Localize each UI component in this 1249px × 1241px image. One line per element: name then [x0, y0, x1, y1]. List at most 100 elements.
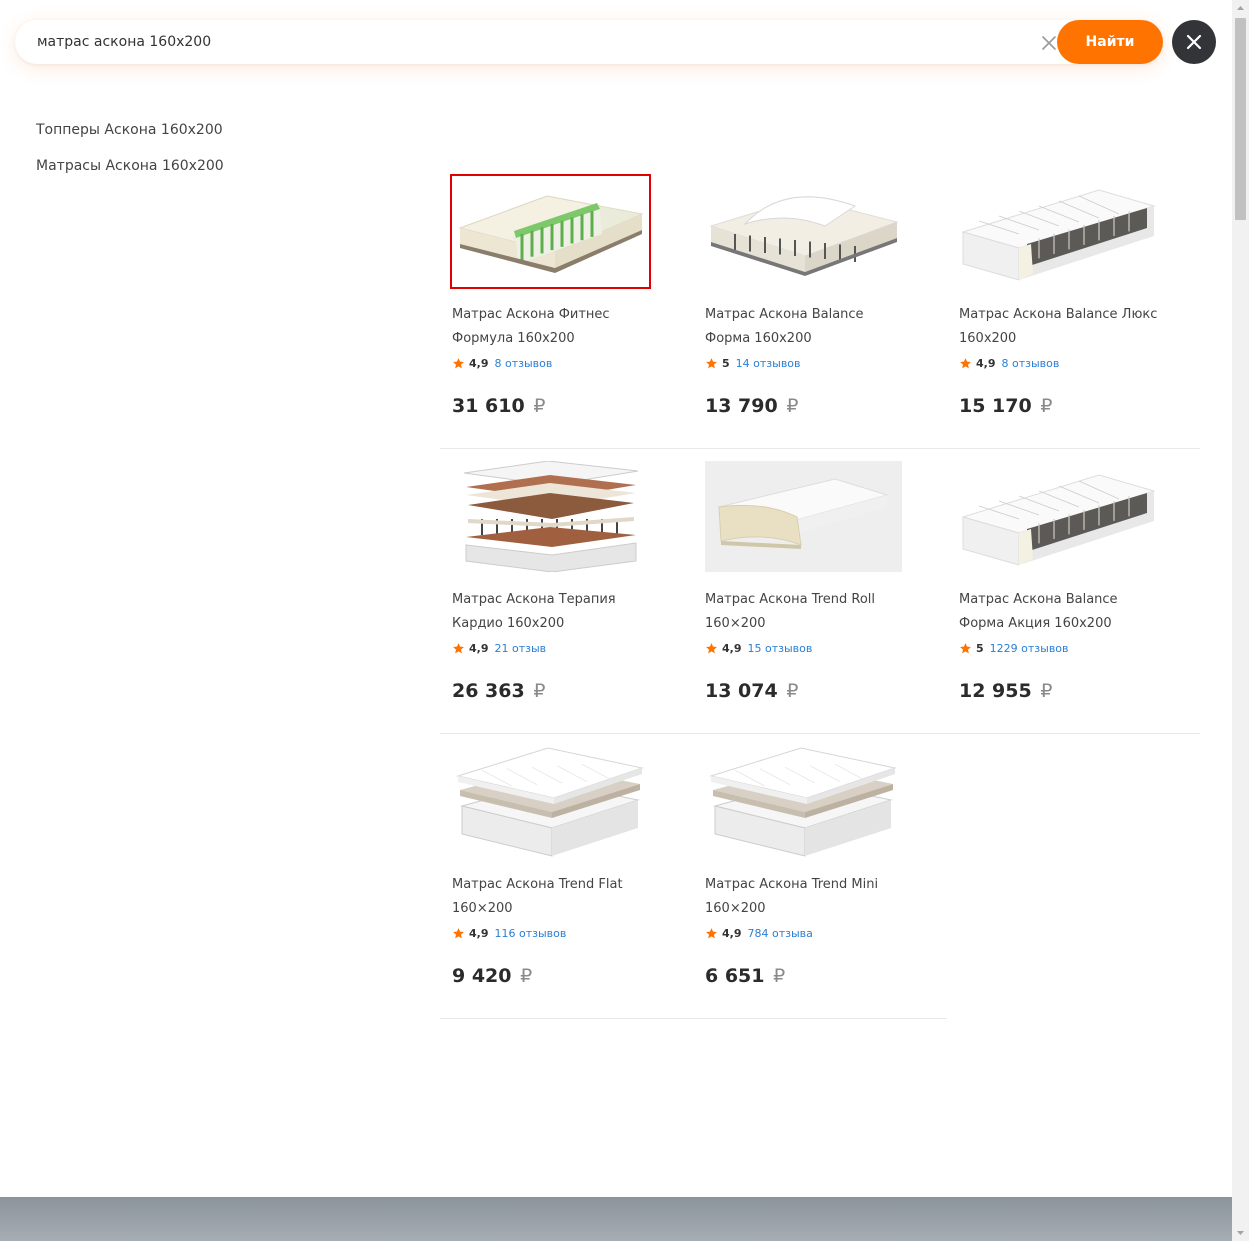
- product-price: 13 790 ₽: [705, 395, 905, 417]
- scroll-up-arrow-icon[interactable]: [1232, 0, 1249, 14]
- mattress-foam-cut-icon: [705, 461, 902, 572]
- footer: [0, 1197, 1232, 1241]
- currency-symbol: ₽: [786, 680, 799, 702]
- rating-value: 4,9: [722, 641, 742, 655]
- mattress-springs-icon: [959, 461, 1156, 572]
- suggestion-list: Топперы Аскона 160х200 Матрасы Аскона 16…: [36, 120, 224, 192]
- suggestion-item[interactable]: Топперы Аскона 160х200: [36, 120, 224, 156]
- reviews-link[interactable]: 116 отзывов: [495, 927, 567, 940]
- product-name[interactable]: Матрас Аскона Balance Форма Акция 160х20…: [959, 588, 1164, 636]
- reviews-link[interactable]: 784 отзыва: [748, 927, 813, 940]
- mattress-exploded-layers-icon: [452, 461, 649, 572]
- currency-symbol: ₽: [786, 395, 799, 417]
- currency-symbol: ₽: [533, 395, 546, 417]
- rating-value: 4,9: [469, 641, 489, 655]
- product-card[interactable]: Матрас Аскона Trend Roll 160×200 4,9 15 от…: [705, 461, 905, 721]
- product-name[interactable]: Матрас Аскона Trend Mini 160×200: [705, 873, 910, 921]
- product-card[interactable]: Матрас Аскона Balance Форма 160х200 5 14 о…: [705, 176, 905, 436]
- product-card[interactable]: Матрас Аскона Терапия Кардио 160х200 4,9 2…: [452, 461, 652, 721]
- product-price: 15 170 ₽: [959, 395, 1159, 417]
- product-rating: 5 1229 отзывов: [959, 640, 1159, 656]
- product-price: 13 074 ₽: [705, 680, 905, 702]
- product-image[interactable]: [705, 461, 902, 572]
- search-bar: [15, 20, 1163, 64]
- price-value: 9 420: [452, 965, 512, 987]
- price-value: 15 170: [959, 395, 1032, 417]
- product-row: Матрас Аскона Фитнес Формула 160х200 4,9 8…: [440, 164, 1200, 449]
- price-value: 12 955: [959, 680, 1032, 702]
- product-rating: 4,9 21 отзыв: [452, 640, 652, 656]
- rating-value: 4,9: [469, 356, 489, 370]
- star-icon: [453, 927, 464, 938]
- product-grid: Матрас Аскона Фитнес Формула 160х200 4,9 8…: [440, 164, 1200, 1019]
- product-card[interactable]: Матрас Аскона Trend Flat 160×200 4,9 116 о…: [452, 746, 652, 1006]
- product-image[interactable]: [959, 176, 1156, 287]
- currency-symbol: ₽: [520, 965, 533, 987]
- product-name[interactable]: Матрас Аскона Balance Люкс 160х200: [959, 303, 1164, 351]
- star-icon: [453, 357, 464, 368]
- currency-symbol: ₽: [773, 965, 786, 987]
- rating-value: 4,9: [722, 926, 742, 940]
- search-input[interactable]: [15, 20, 1045, 64]
- product-image[interactable]: [705, 746, 902, 857]
- product-row: Матрас Аскона Терапия Кардио 160х200 4,9 2…: [440, 449, 1200, 734]
- star-icon: [706, 927, 717, 938]
- product-name[interactable]: Матрас Аскона Фитнес Формула 160х200: [452, 303, 657, 351]
- suggestion-item[interactable]: Матрасы Аскона 160х200: [36, 156, 224, 192]
- product-name[interactable]: Матрас Аскона Терапия Кардио 160х200: [452, 588, 657, 636]
- price-value: 6 651: [705, 965, 765, 987]
- product-image[interactable]: [450, 174, 651, 289]
- reviews-link[interactable]: 8 отзывов: [1002, 357, 1060, 370]
- mattress-stack-icon: [452, 746, 649, 857]
- product-rating: 4,9 116 отзывов: [452, 925, 652, 941]
- scrollbar-thumb[interactable]: [1235, 18, 1246, 220]
- mattress-stack-icon: [705, 746, 902, 857]
- scroll-down-arrow-icon[interactable]: [1232, 1225, 1249, 1239]
- mattress-springs-icon: [959, 176, 1156, 287]
- rating-value: 4,9: [976, 356, 996, 370]
- close-icon: [1186, 34, 1202, 50]
- product-rating: 4,9 784 отзыва: [705, 925, 905, 941]
- product-rating: 4,9 8 отзывов: [959, 355, 1159, 371]
- price-value: 13 074: [705, 680, 778, 702]
- product-price: 26 363 ₽: [452, 680, 652, 702]
- product-price: 12 955 ₽: [959, 680, 1159, 702]
- product-image[interactable]: [959, 461, 1156, 572]
- clear-icon[interactable]: [1039, 33, 1059, 53]
- product-price: 6 651 ₽: [705, 965, 905, 987]
- price-value: 31 610: [452, 395, 525, 417]
- scrollbar[interactable]: [1232, 0, 1249, 1241]
- price-value: 13 790: [705, 395, 778, 417]
- star-icon: [706, 357, 717, 368]
- mattress-open-cover-icon: [705, 176, 902, 287]
- product-card[interactable]: Матрас Аскона Trend Mini 160×200 4,9 784 о…: [705, 746, 905, 1006]
- product-rating: 4,9 8 отзывов: [452, 355, 652, 371]
- reviews-link[interactable]: 14 отзывов: [736, 357, 801, 370]
- close-button[interactable]: [1172, 20, 1216, 64]
- product-card[interactable]: Матрас Аскона Фитнес Формула 160х200 4,9 8…: [450, 174, 652, 436]
- price-value: 26 363: [452, 680, 525, 702]
- product-card[interactable]: Матрас Аскона Balance Люкс 160х200 4,9 8 о…: [959, 176, 1159, 436]
- reviews-link[interactable]: 21 отзыв: [495, 642, 547, 655]
- currency-symbol: ₽: [533, 680, 546, 702]
- product-name[interactable]: Матрас Аскона Trend Flat 160×200: [452, 873, 657, 921]
- search-button[interactable]: Найти: [1057, 20, 1163, 64]
- mattress-layers-green-icon: [452, 176, 649, 287]
- product-image[interactable]: [705, 176, 902, 287]
- star-icon: [706, 642, 717, 653]
- product-name[interactable]: Матрас Аскона Trend Roll 160×200: [705, 588, 910, 636]
- currency-symbol: ₽: [1040, 395, 1053, 417]
- reviews-link[interactable]: 1229 отзывов: [990, 642, 1069, 655]
- product-card[interactable]: Матрас Аскона Balance Форма Акция 160х20…: [959, 461, 1159, 721]
- rating-value: 5: [976, 641, 984, 655]
- rating-value: 5: [722, 356, 730, 370]
- product-rating: 4,9 15 отзывов: [705, 640, 905, 656]
- product-name[interactable]: Матрас Аскона Balance Форма 160х200: [705, 303, 910, 351]
- rating-value: 4,9: [469, 926, 489, 940]
- product-image[interactable]: [452, 461, 649, 572]
- reviews-link[interactable]: 15 отзывов: [748, 642, 813, 655]
- product-rating: 5 14 отзывов: [705, 355, 905, 371]
- product-image[interactable]: [452, 746, 649, 857]
- reviews-link[interactable]: 8 отзывов: [495, 357, 553, 370]
- star-icon: [960, 357, 971, 368]
